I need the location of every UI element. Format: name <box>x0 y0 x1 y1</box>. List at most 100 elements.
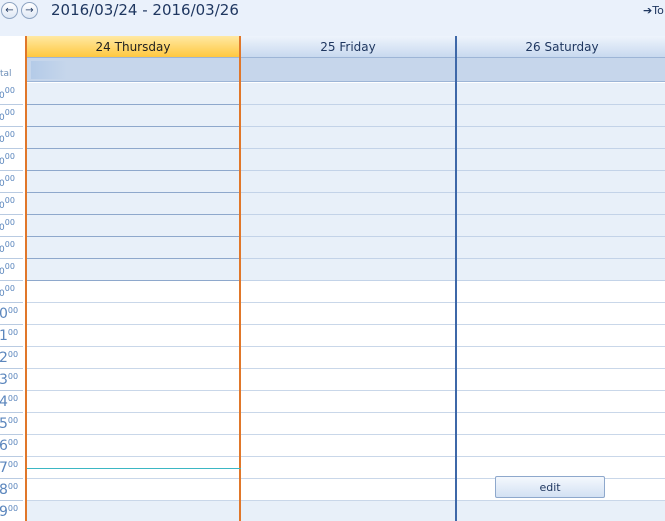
time-slot[interactable] <box>241 369 455 391</box>
time-slot[interactable] <box>241 215 455 237</box>
hour-digit: 8 <box>0 482 8 498</box>
time-slot[interactable] <box>27 149 239 171</box>
time-slot[interactable] <box>457 105 665 127</box>
day-header-friday[interactable]: 25 Friday <box>241 36 455 58</box>
time-slot[interactable] <box>241 303 455 325</box>
minute-digits: 00 <box>7 328 19 337</box>
day-header-saturday[interactable]: 26 Saturday <box>457 36 665 58</box>
time-slot[interactable] <box>27 501 239 521</box>
day-column-friday[interactable]: 25 Friday <box>241 36 457 521</box>
time-slot[interactable] <box>241 501 455 521</box>
time-slot[interactable] <box>27 83 239 105</box>
time-slot[interactable] <box>457 325 665 347</box>
time-slots-friday[interactable] <box>241 83 455 521</box>
time-slot[interactable] <box>27 479 239 501</box>
day-column-saturday[interactable]: 26 Saturday edit <box>457 36 665 521</box>
minute-digits: 00 <box>7 306 19 315</box>
allday-row-thursday[interactable] <box>27 58 239 82</box>
current-time-line <box>27 468 242 469</box>
time-slot[interactable] <box>27 325 239 347</box>
hour-label: 000 <box>0 105 23 127</box>
day-header-thursday[interactable]: 24 Thursday <box>27 36 239 58</box>
time-slot[interactable] <box>241 105 455 127</box>
time-slot[interactable] <box>241 457 455 479</box>
prev-arrow-icon[interactable]: ← <box>1 2 18 19</box>
hour-label: 000 <box>0 149 23 171</box>
time-slot[interactable] <box>241 391 455 413</box>
minute-digits: 00 <box>7 394 19 403</box>
time-slot[interactable] <box>27 193 239 215</box>
time-slot[interactable] <box>457 391 665 413</box>
time-slot[interactable] <box>27 413 239 435</box>
time-slot[interactable] <box>241 171 455 193</box>
time-slot[interactable] <box>27 281 239 303</box>
allday-highlight <box>31 61 67 79</box>
minute-digits: 00 <box>4 262 15 271</box>
hour-digit: 3 <box>0 372 8 388</box>
time-slot[interactable] <box>241 347 455 369</box>
time-slot[interactable] <box>457 281 665 303</box>
next-arrow-icon[interactable]: → <box>21 2 38 19</box>
time-slot[interactable] <box>457 303 665 325</box>
time-slot[interactable] <box>241 127 455 149</box>
minute-digits: 00 <box>7 482 19 491</box>
hour-label: 000 <box>0 303 23 325</box>
time-slot[interactable] <box>27 105 239 127</box>
time-slot[interactable] <box>241 435 455 457</box>
hour-label: 800 <box>0 479 23 501</box>
time-slot[interactable] <box>27 369 239 391</box>
gutter-label: tal <box>0 69 12 79</box>
time-slot[interactable] <box>457 501 665 521</box>
time-slot[interactable] <box>457 215 665 237</box>
minute-digits: 00 <box>7 416 19 425</box>
time-slot[interactable] <box>457 171 665 193</box>
minute-digits: 00 <box>4 196 15 205</box>
hour-label: 000 <box>0 281 23 303</box>
time-slot[interactable] <box>457 237 665 259</box>
time-slot[interactable] <box>241 149 455 171</box>
time-slot[interactable] <box>27 171 239 193</box>
time-slot[interactable] <box>27 391 239 413</box>
time-slot[interactable] <box>457 369 665 391</box>
time-slot[interactable] <box>457 127 665 149</box>
hour-digit: 0 <box>0 306 8 322</box>
minute-digits: 00 <box>4 218 15 227</box>
hour-label: 000 <box>0 127 23 149</box>
allday-row-friday[interactable] <box>241 58 455 82</box>
time-slot[interactable] <box>241 479 455 501</box>
hour-label: 400 <box>0 391 23 413</box>
time-slot[interactable] <box>27 435 239 457</box>
time-slot[interactable] <box>27 127 239 149</box>
time-slot[interactable] <box>27 215 239 237</box>
time-slot[interactable] <box>241 259 455 281</box>
time-slot[interactable] <box>241 83 455 105</box>
time-slot[interactable] <box>241 281 455 303</box>
time-slot[interactable] <box>27 259 239 281</box>
time-slot[interactable] <box>457 149 665 171</box>
time-gutter: tal 000 000 000 000 000 000 000 000 000 000 000 100… <box>0 36 25 521</box>
time-slot[interactable] <box>457 259 665 281</box>
allday-row-saturday[interactable] <box>457 58 665 82</box>
time-slot[interactable] <box>241 193 455 215</box>
day-column-thursday[interactable]: 24 Thursday <box>25 36 242 521</box>
time-slot[interactable] <box>27 237 239 259</box>
time-slots-thursday[interactable] <box>27 83 239 521</box>
edit-button[interactable]: edit <box>495 476 605 498</box>
time-slot[interactable] <box>241 237 455 259</box>
hour-label: 000 <box>0 193 23 215</box>
hour-label: 200 <box>0 347 23 369</box>
time-slots-saturday[interactable] <box>457 83 665 521</box>
minute-digits: 00 <box>4 152 15 161</box>
minute-digits: 00 <box>7 460 19 469</box>
time-slot[interactable] <box>457 347 665 369</box>
time-slot[interactable] <box>27 303 239 325</box>
time-slot[interactable] <box>457 413 665 435</box>
time-slot[interactable] <box>457 193 665 215</box>
today-button[interactable]: ➔To <box>643 4 664 17</box>
time-slot[interactable] <box>457 83 665 105</box>
time-slot[interactable] <box>27 347 239 369</box>
time-slot[interactable] <box>241 325 455 347</box>
time-slot[interactable] <box>241 413 455 435</box>
minute-digits: 00 <box>7 438 19 447</box>
time-slot[interactable] <box>457 435 665 457</box>
